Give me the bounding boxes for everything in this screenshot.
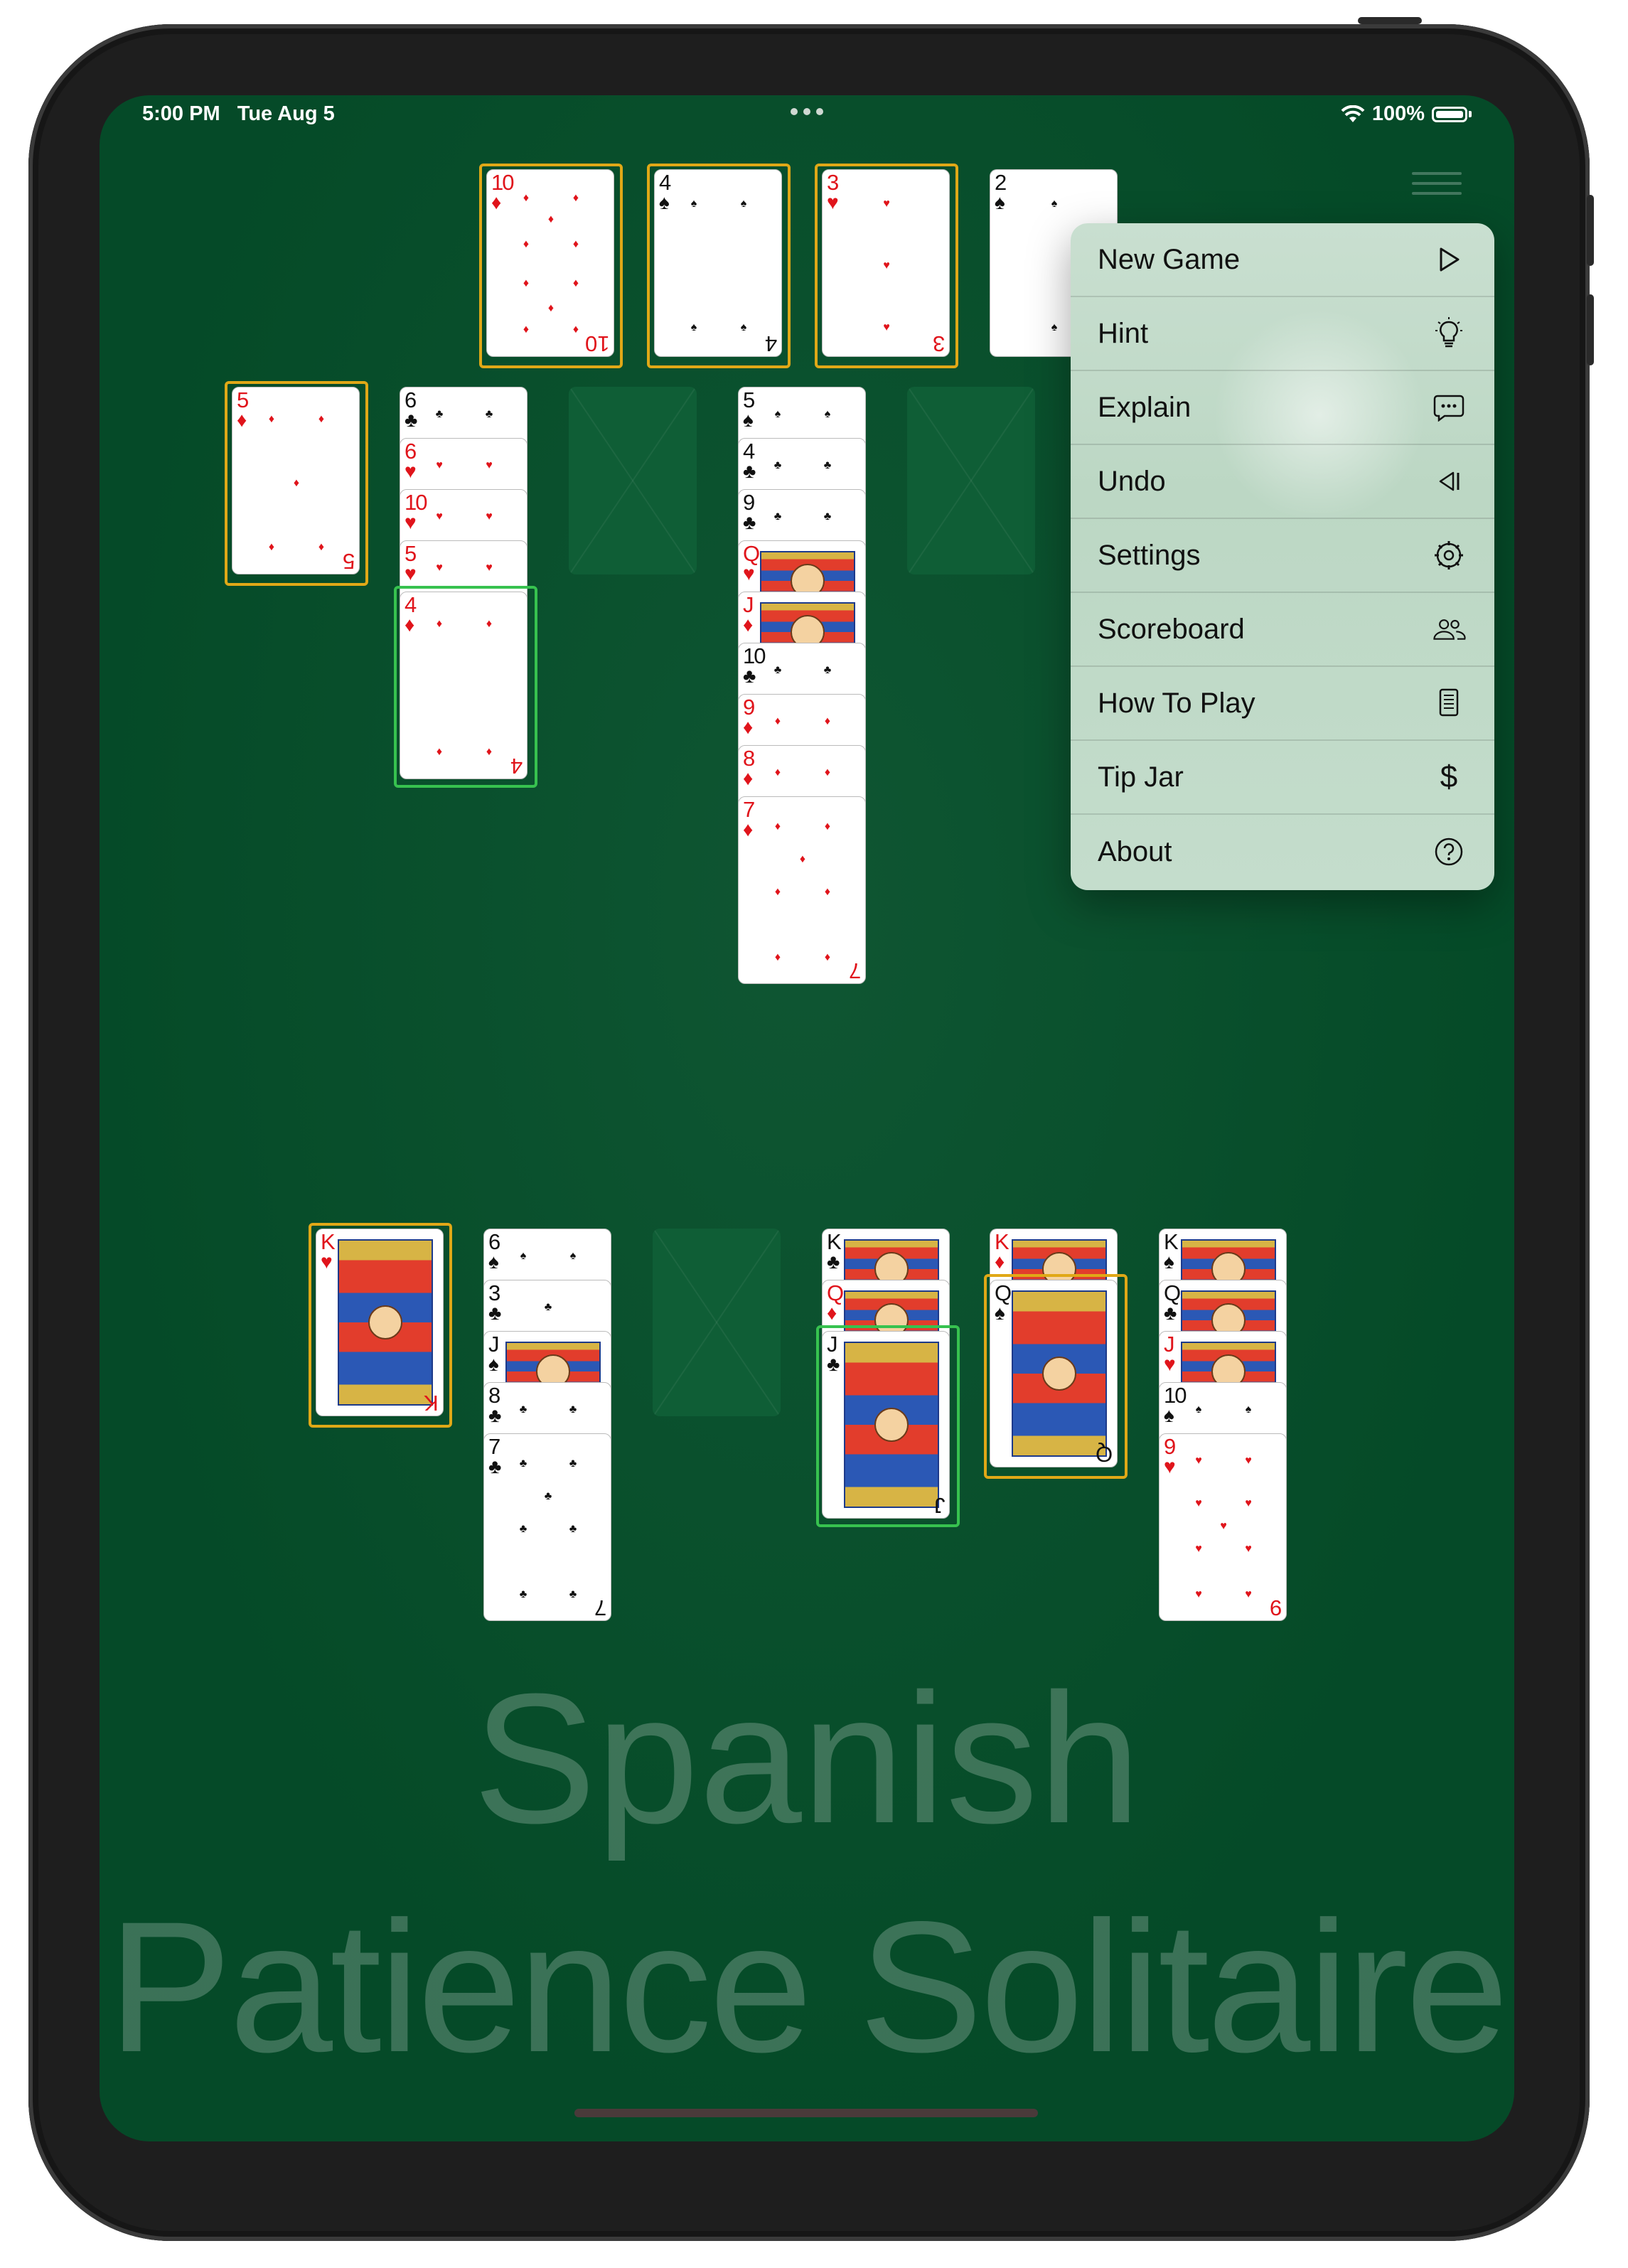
menu-item-label: How To Play [1098,687,1255,719]
battery-icon [1432,106,1467,122]
multitasking-dots-icon[interactable] [791,108,823,115]
play-icon [1432,242,1466,277]
status-bar: 5:00 PM Tue Aug 5 100% [100,95,1514,138]
menu-item-tip-jar[interactable]: Tip Jar $ [1071,741,1494,815]
menu-item-how-to-play[interactable]: How To Play [1071,667,1494,741]
home-indicator[interactable] [574,2109,1038,2117]
volume-down-button [1587,294,1594,365]
status-right: 100% [1341,102,1472,126]
menu-item-label: Scoreboard [1098,613,1245,645]
status-time: 5:00 PM [142,102,220,125]
empty-tableau-slot[interactable] [569,387,697,574]
playing-card[interactable]: 7 ♣ ♣ ♣ ♣ ♣ ♣ ♣ ♣ 7 [483,1433,611,1621]
king-face-art [338,1239,433,1406]
top-button [1358,17,1422,24]
help-icon [1432,835,1466,869]
volume-up-button [1587,195,1594,266]
game-title-line-1: Spanish [473,1656,1141,1862]
menu-item-settings[interactable]: Settings [1071,519,1494,593]
menu-item-explain[interactable]: Explain [1071,371,1494,445]
gear-icon [1432,538,1466,572]
playing-card[interactable]: J ♣ J [822,1331,950,1519]
battery-percent: 100% [1371,102,1425,125]
menu-item-hint[interactable]: Hint [1071,297,1494,371]
wifi-icon [1341,105,1365,122]
game-menu: New Game Hint Explain Undo Settings Scor… [1071,223,1494,890]
game-title-line-2: Patience Solitaire [107,1883,1509,2091]
book-icon [1432,686,1466,720]
menu-item-scoreboard[interactable]: Scoreboard [1071,593,1494,667]
lightbulb-icon [1432,316,1466,351]
hamburger-menu-icon[interactable] [1412,165,1462,208]
playing-card[interactable]: 4 ♦ ♦ ♦ ♦ ♦ 4 [400,592,528,779]
dollar-icon: $ [1440,759,1458,794]
empty-tableau-slot[interactable] [653,1229,781,1416]
menu-item-label: Settings [1098,539,1201,571]
playing-card[interactable]: 9 ♥ ♥ ♥ ♥ ♥ ♥ ♥ ♥ ♥ ♥ 9 [1159,1433,1287,1621]
menu-item-label: Tip Jar [1098,761,1184,793]
menu-item-undo[interactable]: Undo [1071,445,1494,519]
playing-card[interactable]: Q ♠ Q [990,1280,1118,1467]
queen-face-art [1012,1290,1107,1457]
speech-bubble-icon [1432,390,1466,424]
menu-item-new-game[interactable]: New Game [1071,223,1494,297]
playing-card[interactable]: K ♥ K [316,1229,444,1416]
menu-item-label: Explain [1098,391,1191,423]
game-screen: 5:00 PM Tue Aug 5 100% 10 ♦ ♦ ♦ ♦ ♦ ♦ ♦ ♦ ♦ … [100,95,1514,2141]
playing-card[interactable]: 10 ♦ ♦ ♦ ♦ ♦ ♦ ♦ ♦ ♦ ♦ ♦ 10 [486,169,614,357]
people-icon [1432,612,1466,646]
menu-item-about[interactable]: About [1071,815,1494,889]
jack-face-art [844,1342,939,1508]
empty-tableau-slot[interactable] [907,387,1035,574]
menu-item-label: New Game [1098,243,1241,275]
menu-item-label: Hint [1098,317,1149,349]
playing-card[interactable]: 5 ♦ ♦ ♦ ♦ ♦ ♦ 5 [232,387,360,574]
undo-icon [1432,464,1466,498]
playing-card[interactable]: 3 ♥ ♥ ♥ ♥ 3 [822,169,950,357]
status-time-date: 5:00 PM Tue Aug 5 [142,102,335,126]
menu-item-label: About [1098,835,1172,867]
playing-card[interactable]: 4 ♠ ♠ ♠ ♠ ♠ 4 [654,169,782,357]
playing-card[interactable]: 7 ♦ ♦ ♦ ♦ ♦ ♦ ♦ ♦ 7 [738,796,866,984]
status-date: Tue Aug 5 [237,102,335,125]
menu-item-label: Undo [1098,465,1166,497]
